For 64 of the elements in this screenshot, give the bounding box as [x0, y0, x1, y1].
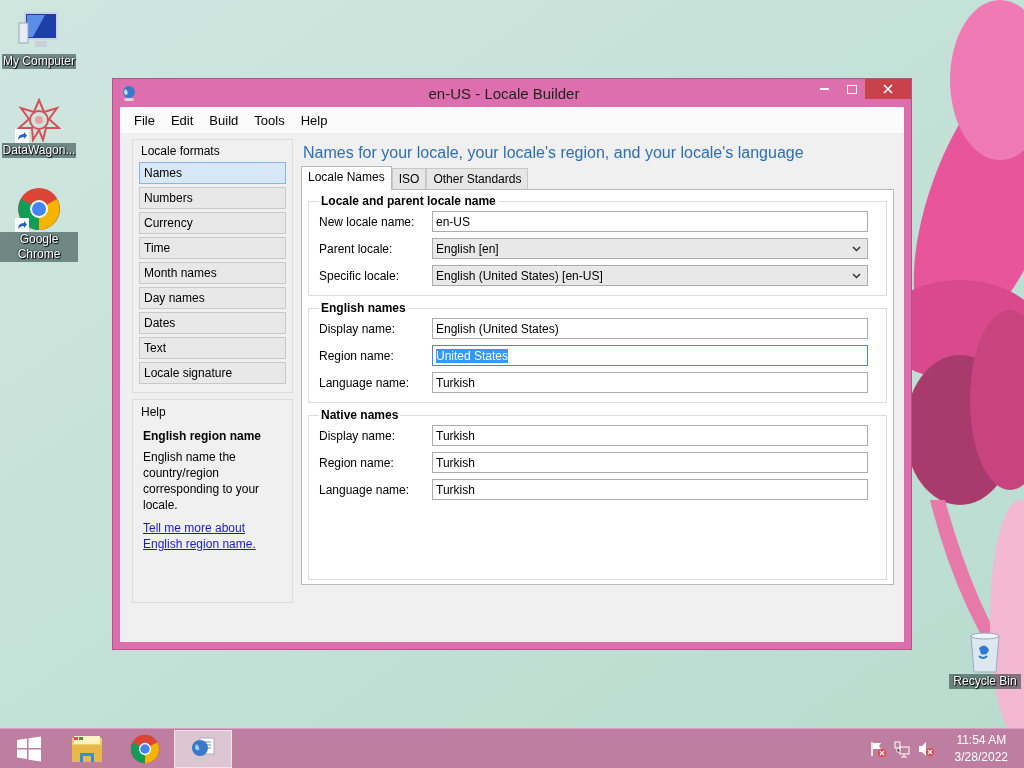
input-field[interactable]: Turkish — [432, 479, 868, 500]
help-heading: English region name — [143, 428, 263, 444]
menu-item[interactable]: Edit — [162, 112, 202, 128]
sidebar-item[interactable]: Month names — [139, 262, 286, 284]
sidebar-item[interactable]: Currency — [139, 212, 286, 234]
close-icon — [883, 84, 893, 94]
network-icon[interactable] — [892, 739, 911, 758]
sidebar-item[interactable]: Locale signature — [139, 362, 286, 384]
help-text: English name the country/region corresponding to your locale. — [143, 449, 261, 513]
input-field[interactable]: en-US — [432, 211, 868, 232]
group-title: Native names — [320, 408, 400, 422]
field-label: Region name: — [319, 348, 395, 363]
input-field[interactable]: Turkish — [432, 452, 868, 473]
chevron-icon — [852, 272, 861, 279]
tab[interactable]: Locale Names — [301, 166, 392, 190]
group-title: English names — [320, 301, 407, 315]
sidebar-item[interactable]: Numbers — [139, 187, 286, 209]
sidebar-item[interactable]: Time — [139, 237, 286, 259]
desktop-icon-label[interactable]: My Computer — [2, 54, 76, 69]
field-label: Region name: — [319, 455, 395, 470]
desktop-icon-label[interactable]: Recycle Bin — [949, 674, 1021, 689]
field-label: Language name: — [319, 375, 411, 390]
sidebar-item[interactable]: Day names — [139, 287, 286, 309]
tab[interactable]: Other Standards — [426, 168, 529, 189]
field-label: New locale name: — [319, 214, 416, 229]
help-link[interactable]: Tell me more about English region name. — [143, 520, 282, 552]
sidebar-item[interactable]: Dates — [139, 312, 286, 334]
star-icon — [17, 98, 61, 142]
minimize-icon — [820, 88, 829, 90]
sidebar-item[interactable]: Text — [139, 337, 286, 359]
chrome-icon[interactable] — [130, 733, 160, 764]
taskbar-button[interactable] — [174, 729, 232, 768]
menu-item[interactable]: File — [126, 112, 163, 128]
field-label: Parent locale: — [319, 241, 394, 256]
group-title: Locale and parent locale name — [320, 194, 497, 208]
input-field[interactable]: Turkish — [432, 425, 868, 446]
desktop-icon-label[interactable]: DataWagon... — [1, 143, 77, 158]
sidebar-item[interactable]: Names — [139, 162, 286, 184]
desktop-icon-label[interactable]: Google Chrome — [0, 232, 78, 262]
field-label: Specific locale: — [319, 268, 401, 283]
field-label: Display name: — [319, 428, 397, 443]
close-button[interactable] — [865, 79, 911, 99]
windows-logo-icon[interactable] — [16, 735, 42, 762]
maximize-icon — [846, 84, 857, 94]
menu-item[interactable]: Tools — [246, 112, 293, 128]
window-title: en-US - Locale Builder — [427, 84, 581, 102]
chrome-icon — [17, 187, 61, 231]
dropdown[interactable]: English (United States) [en-US] — [432, 265, 868, 286]
dropdown[interactable]: English [en] — [432, 238, 868, 259]
input-field[interactable]: Turkish — [432, 372, 868, 393]
recycle-bin-icon — [967, 630, 1003, 674]
page-title: Names for your locale, your locale's region, and your locale's language — [303, 144, 805, 162]
flag-icon[interactable] — [868, 739, 887, 758]
tab[interactable]: ISO — [391, 168, 427, 189]
menu-item[interactable]: Build — [201, 112, 247, 128]
field-label: Display name: — [319, 321, 397, 336]
chevron-icon — [852, 245, 861, 252]
folder-icon[interactable] — [71, 734, 103, 763]
panel-title: Help — [141, 404, 167, 420]
field-label: Language name: — [319, 482, 411, 497]
input-field[interactable]: English (United States) — [432, 318, 868, 339]
panel-title: Locale formats — [141, 144, 221, 158]
menu-item[interactable]: Help — [292, 112, 336, 128]
app-icon[interactable] — [121, 85, 137, 101]
